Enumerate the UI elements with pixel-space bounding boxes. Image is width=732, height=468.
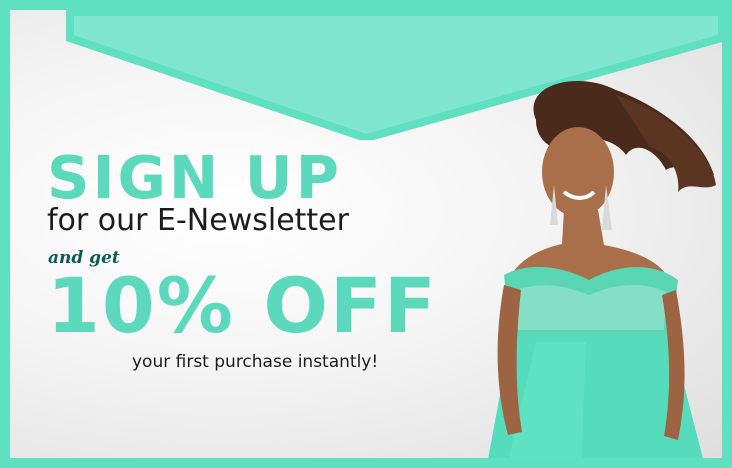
signup-headline: SIGN UP	[47, 143, 342, 212]
newsletter-subheadline: for our E-Newsletter	[47, 203, 349, 238]
discount-offer: 10% OFF	[47, 261, 438, 350]
newsletter-banner[interactable]: SIGN UP for our E-Newsletter and get 10%…	[0, 0, 732, 468]
offer-tagline: your first purchase instantly!	[132, 352, 379, 372]
model-photo	[488, 81, 716, 458]
